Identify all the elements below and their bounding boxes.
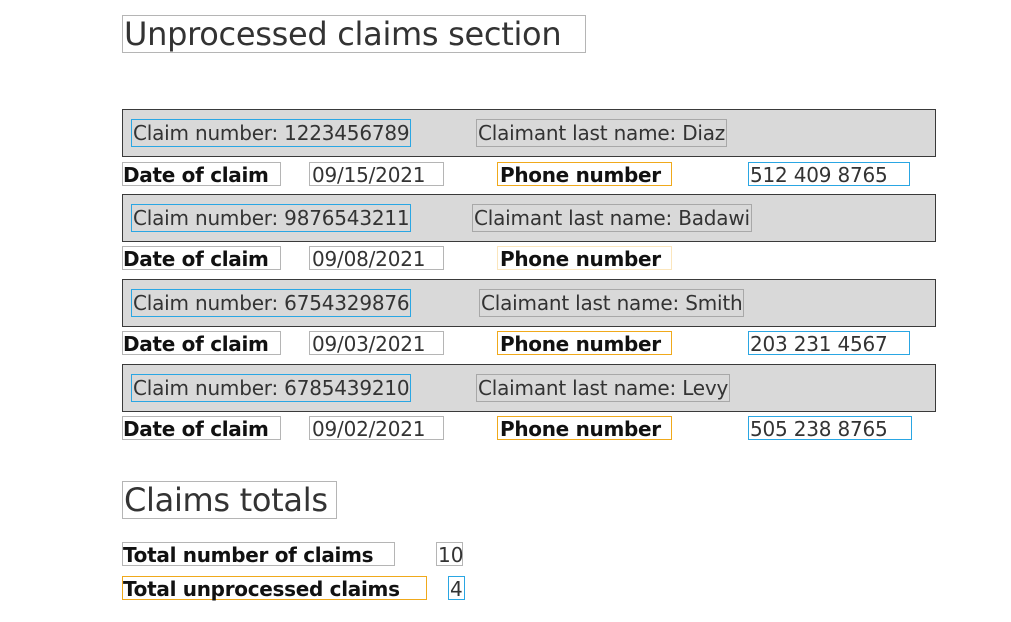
claim-details-row: Date of claim 09/02/2021 Phone number 50… — [122, 414, 936, 444]
claim-number[interactable]: Claim number: 6785439210 — [131, 374, 412, 402]
phone-number-value[interactable]: 512 409 8765 — [748, 162, 910, 187]
date-of-claim-value: 09/08/2021 — [309, 246, 444, 271]
phone-number-label: Phone number — [497, 331, 672, 356]
total-unprocessed-value[interactable]: 4 — [448, 576, 465, 601]
claim-number[interactable]: Claim number: 9876543211 — [131, 204, 412, 232]
claim-details-row: Date of claim 09/03/2021 Phone number 20… — [122, 329, 936, 359]
date-of-claim-value: 09/15/2021 — [309, 162, 444, 187]
phone-number-value[interactable]: 505 238 8765 — [748, 416, 912, 441]
date-of-claim-label: Date of claim — [122, 246, 281, 271]
total-claims-label: Total number of claims — [122, 542, 395, 567]
claim-details-row: Date of claim 09/15/2021 Phone number 51… — [122, 160, 936, 190]
date-of-claim-label: Date of claim — [122, 162, 281, 187]
phone-number-label: Phone number — [497, 246, 672, 271]
total-claims-value: 10 — [436, 542, 464, 567]
claim-details-row: Date of claim 09/08/2021 Phone number — [122, 244, 936, 274]
claim-number[interactable]: Claim number: 6754329876 — [131, 289, 412, 317]
claimant-last-name: Claimant last name: Smith — [479, 289, 745, 317]
date-of-claim-value: 09/03/2021 — [309, 331, 444, 356]
totals-title: Claims totals — [122, 481, 337, 519]
claimant-last-name: Claimant last name: Badawi — [472, 204, 752, 232]
date-of-claim-label: Date of claim — [122, 416, 281, 441]
claimant-last-name: Claimant last name: Levy — [476, 374, 731, 402]
claim-number[interactable]: Claim number: 1223456789 — [131, 119, 412, 147]
phone-number-label: Phone number — [497, 416, 672, 441]
claim-header: Claim number: 1223456789 Claimant last n… — [122, 109, 936, 157]
claim-header: Claim number: 6754329876 Claimant last n… — [122, 279, 936, 327]
claim-header: Claim number: 6785439210 Claimant last n… — [122, 364, 936, 412]
date-of-claim-value: 09/02/2021 — [309, 416, 444, 441]
total-unprocessed-label: Total unprocessed claims — [122, 576, 427, 601]
page-title: Unprocessed claims section — [122, 15, 586, 53]
phone-number-label: Phone number — [497, 162, 672, 187]
claim-header: Claim number: 9876543211 Claimant last n… — [122, 194, 936, 242]
date-of-claim-label: Date of claim — [122, 331, 281, 356]
claimant-last-name: Claimant last name: Diaz — [476, 119, 728, 147]
phone-number-value[interactable]: 203 231 4567 — [748, 331, 910, 356]
